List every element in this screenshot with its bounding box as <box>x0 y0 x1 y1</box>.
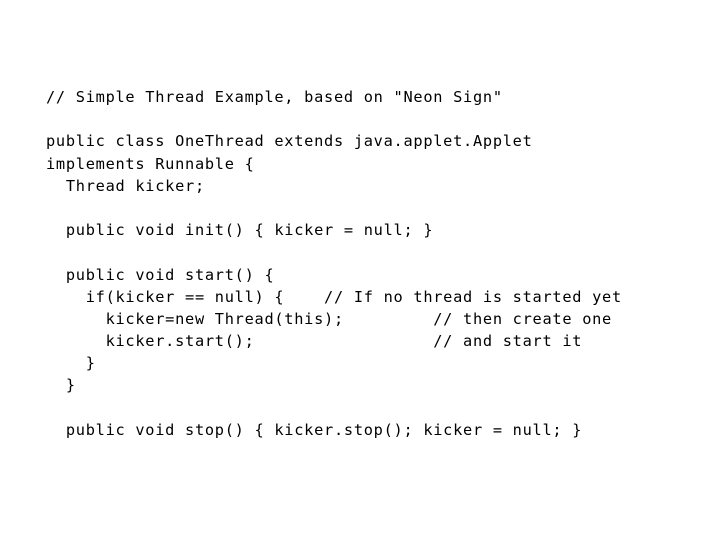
code-line: public void stop() { kicker.stop(); kick… <box>46 420 583 439</box>
code-line: public void start() { <box>46 265 275 284</box>
code-line: if(kicker == null) { // If no thread is … <box>46 287 622 306</box>
java-code-listing: // Simple Thread Example, based on "Neon… <box>46 86 622 441</box>
code-line: } <box>46 376 76 395</box>
slide-canvas: // Simple Thread Example, based on "Neon… <box>0 0 720 540</box>
code-line: implements Runnable { <box>46 154 255 173</box>
code-line: } <box>46 354 96 373</box>
code-line: kicker=new Thread(this); // then create … <box>46 309 612 328</box>
code-line: Thread kicker; <box>46 176 205 195</box>
code-line: public void init() { kicker = null; } <box>46 221 434 240</box>
code-line: kicker.start(); // and start it <box>46 332 583 351</box>
code-line: public class OneThread extends java.appl… <box>46 132 533 151</box>
code-line: // Simple Thread Example, based on "Neon… <box>46 88 503 106</box>
